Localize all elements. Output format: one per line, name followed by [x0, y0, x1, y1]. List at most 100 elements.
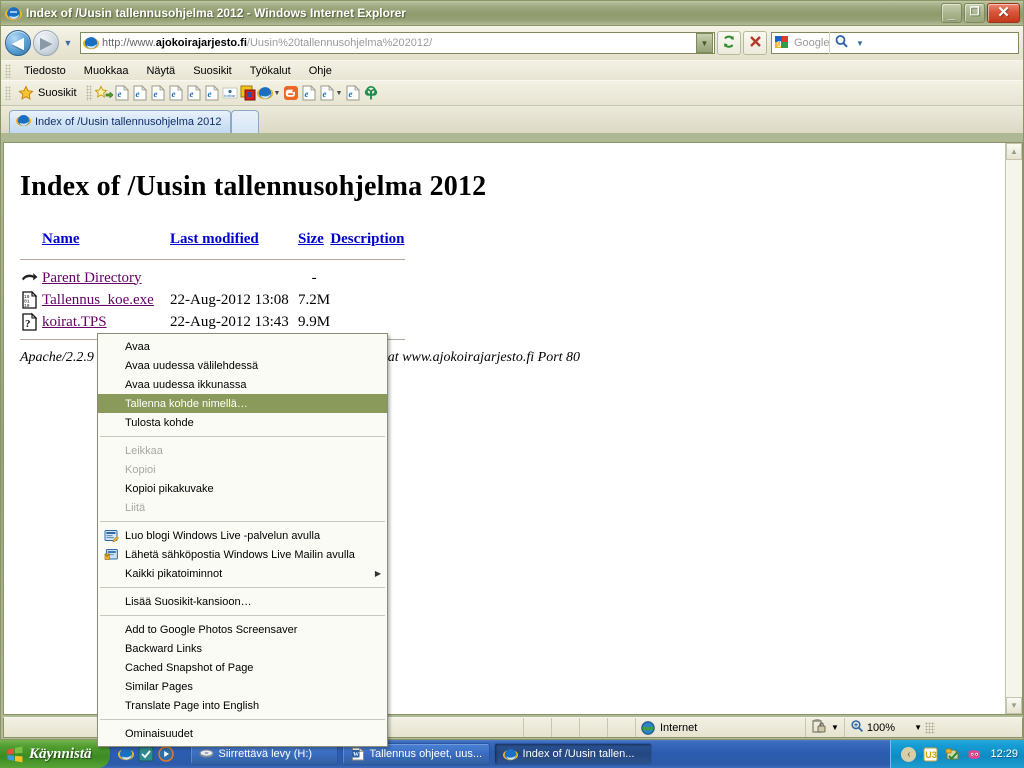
- context-separator: [100, 615, 385, 616]
- ie-page-icon[interactable]: e: [113, 83, 131, 103]
- context-item-laheta-sahkopostia-windows-live-mail[interactable]: Lähetä sähköpostia Windows Live Mailin a…: [98, 545, 387, 564]
- status-cell-spacer: [608, 718, 636, 737]
- context-item-cached-snapshot-of-page[interactable]: Cached Snapshot of Page: [98, 658, 387, 677]
- menu-ohje[interactable]: Ohje: [300, 63, 341, 79]
- search-input[interactable]: Google: [794, 37, 829, 49]
- start-button[interactable]: Käynnistä: [0, 740, 110, 768]
- address-dropdown-button[interactable]: ▼: [696, 33, 713, 53]
- sort-by-size-link[interactable]: Size: [298, 231, 324, 247]
- context-item-luo-blogi-windows-live[interactable]: Luo blogi Windows Live -palvelun avulla: [98, 526, 387, 545]
- link-parent-directory[interactable]: Parent Directory: [42, 270, 142, 286]
- maximize-button[interactable]: ❐: [964, 3, 985, 23]
- ie-page-icon[interactable]: e: [344, 83, 362, 103]
- teal-app-icon[interactable]: [138, 746, 154, 762]
- sort-by-description-link[interactable]: Description: [330, 231, 404, 247]
- context-item-kopioi-pikakuvake[interactable]: Kopioi pikakuvake: [98, 479, 387, 498]
- ie-page-icon[interactable]: e: [131, 83, 149, 103]
- menu-tiedosto[interactable]: Tiedosto: [15, 63, 75, 79]
- blogger-icon[interactable]: [282, 83, 300, 103]
- tab-index-of-uusin[interactable]: Index of /Uusin tallennusohjelma 2012: [9, 110, 231, 133]
- toolbar-gripper[interactable]: [5, 86, 11, 100]
- taskbar-item-index-of-uusin[interactable]: Index of /Uusin tallen...: [493, 743, 652, 765]
- context-item-ominaisuudet[interactable]: Ominaisuudet: [98, 724, 387, 743]
- protected-mode-indicator[interactable]: ▼: [806, 718, 845, 737]
- context-item-tulosta-kohde[interactable]: Tulosta kohde: [98, 413, 387, 432]
- ie-quicklaunch-icon[interactable]: [117, 746, 134, 762]
- row-size-cell: 7.2M: [298, 291, 331, 308]
- context-item-label: Cached Snapshot of Page: [125, 661, 254, 674]
- svg-text:g: g: [777, 38, 781, 47]
- menu-nayta[interactable]: Näytä: [137, 63, 184, 79]
- chevron-down-icon[interactable]: ▼: [335, 90, 342, 97]
- menu-suosikit[interactable]: Suosikit: [184, 63, 241, 79]
- ie-page-icon[interactable]: e: [149, 83, 167, 103]
- show-hidden-icons-button[interactable]: ‹: [901, 746, 917, 762]
- minimize-button[interactable]: _: [941, 3, 962, 23]
- context-item-add-to-google-photos-screensaver[interactable]: Add to Google Photos Screensaver: [98, 620, 387, 639]
- ie-page-icon[interactable]: e: [185, 83, 203, 103]
- system-clock[interactable]: 12:29: [990, 748, 1018, 760]
- back-button[interactable]: ◀: [5, 30, 31, 56]
- refresh-icon: [721, 34, 737, 53]
- svg-text:e: e: [117, 89, 121, 99]
- chevron-down-icon[interactable]: ▼: [274, 90, 281, 97]
- sort-by-modified-link[interactable]: Last modified: [170, 231, 259, 247]
- zoom-level-indicator[interactable]: 100% ▼: [845, 718, 943, 737]
- context-item-avaa-uudessa-valilehdessa[interactable]: Avaa uudessa välilehdessä: [98, 356, 387, 375]
- resize-grip[interactable]: [924, 721, 935, 734]
- ie-page-icon[interactable]: e: [318, 83, 336, 103]
- chevron-down-icon[interactable]: ▼: [914, 723, 922, 732]
- media-player-icon[interactable]: [157, 746, 174, 762]
- status-cell-spacer: [552, 718, 580, 737]
- link-koirat-tps[interactable]: koirat.TPS: [42, 314, 107, 330]
- search-box[interactable]: g Google ▼: [771, 32, 1019, 54]
- favorites-button[interactable]: Suosikit: [15, 83, 83, 103]
- sort-by-name-link[interactable]: Name: [42, 231, 80, 247]
- u3-launchpad-icon[interactable]: U3: [922, 746, 938, 762]
- context-item-similar-pages[interactable]: Similar Pages: [98, 677, 387, 696]
- hotbar-icon[interactable]: hotbar: [221, 83, 239, 103]
- link-tallennus-koe-exe[interactable]: Tallennus_koe.exe: [42, 292, 154, 308]
- menu-muokkaa[interactable]: Muokkaa: [75, 63, 138, 79]
- forward-button[interactable]: ▶: [33, 30, 59, 56]
- context-item-avaa[interactable]: Avaa: [98, 337, 387, 356]
- scroll-up-button[interactable]: ▲: [1006, 143, 1022, 160]
- scrollbar-track[interactable]: [1006, 160, 1022, 697]
- removable-drive-icon: [199, 748, 214, 761]
- address-bar[interactable]: http://www.ajokoirajarjesto.fi/Uusin%20t…: [80, 32, 715, 54]
- context-item-translate-page-into-english[interactable]: Translate Page into English: [98, 696, 387, 715]
- toolbar-gripper[interactable]: [5, 63, 11, 78]
- security-zone-indicator[interactable]: Internet: [636, 718, 806, 737]
- ie-page-icon[interactable]: e: [203, 83, 221, 103]
- context-item-tallenna-kohde-nimella[interactable]: Tallenna kohde nimellä…: [98, 394, 387, 413]
- context-item-kaikki-pikatoiminnot[interactable]: Kaikki pikatoiminnot ▶: [98, 564, 387, 583]
- refresh-button[interactable]: [717, 31, 741, 55]
- search-go-button[interactable]: [829, 32, 853, 54]
- scroll-down-button[interactable]: ▼: [1006, 697, 1022, 714]
- submenu-arrow-icon: ▶: [374, 569, 381, 578]
- toolbar-separator: [85, 85, 92, 101]
- colorwindow-icon[interactable]: [239, 83, 257, 103]
- menu-tyokalut[interactable]: Työkalut: [241, 63, 300, 79]
- context-item-avaa-uudessa-ikkunassa[interactable]: Avaa uudessa ikkunassa: [98, 375, 387, 394]
- ie-page-icon[interactable]: e: [300, 83, 318, 103]
- vertical-scrollbar[interactable]: ▲ ▼: [1005, 143, 1022, 714]
- chevron-down-icon[interactable]: ▼: [831, 723, 839, 732]
- context-item-backward-links[interactable]: Backward Links: [98, 639, 387, 658]
- ie-blue-icon[interactable]: [257, 83, 275, 103]
- add-favorites-icon[interactable]: [94, 83, 113, 103]
- column-header-name: Name: [42, 231, 170, 258]
- search-provider-dropdown[interactable]: ▼: [853, 32, 866, 54]
- new-tab-button[interactable]: [230, 110, 259, 133]
- recent-pages-button[interactable]: ▼: [61, 38, 75, 48]
- dna-pink-icon[interactable]: [966, 746, 982, 762]
- chevron-left-icon: ‹: [907, 748, 911, 760]
- tree-icon[interactable]: [362, 83, 380, 103]
- favorites-bar: Suosikit e e e e e e hotbar ▼ e e ▼ e: [1, 80, 1023, 106]
- ie-page-icon[interactable]: e: [167, 83, 185, 103]
- stop-button[interactable]: [743, 31, 767, 55]
- green-shield-icon[interactable]: [944, 746, 960, 762]
- svg-text:e: e: [207, 89, 211, 99]
- context-item-lisaa-suosikit-kansioon[interactable]: Lisää Suosikit-kansioon…: [98, 592, 387, 611]
- close-button[interactable]: ✕: [987, 3, 1020, 23]
